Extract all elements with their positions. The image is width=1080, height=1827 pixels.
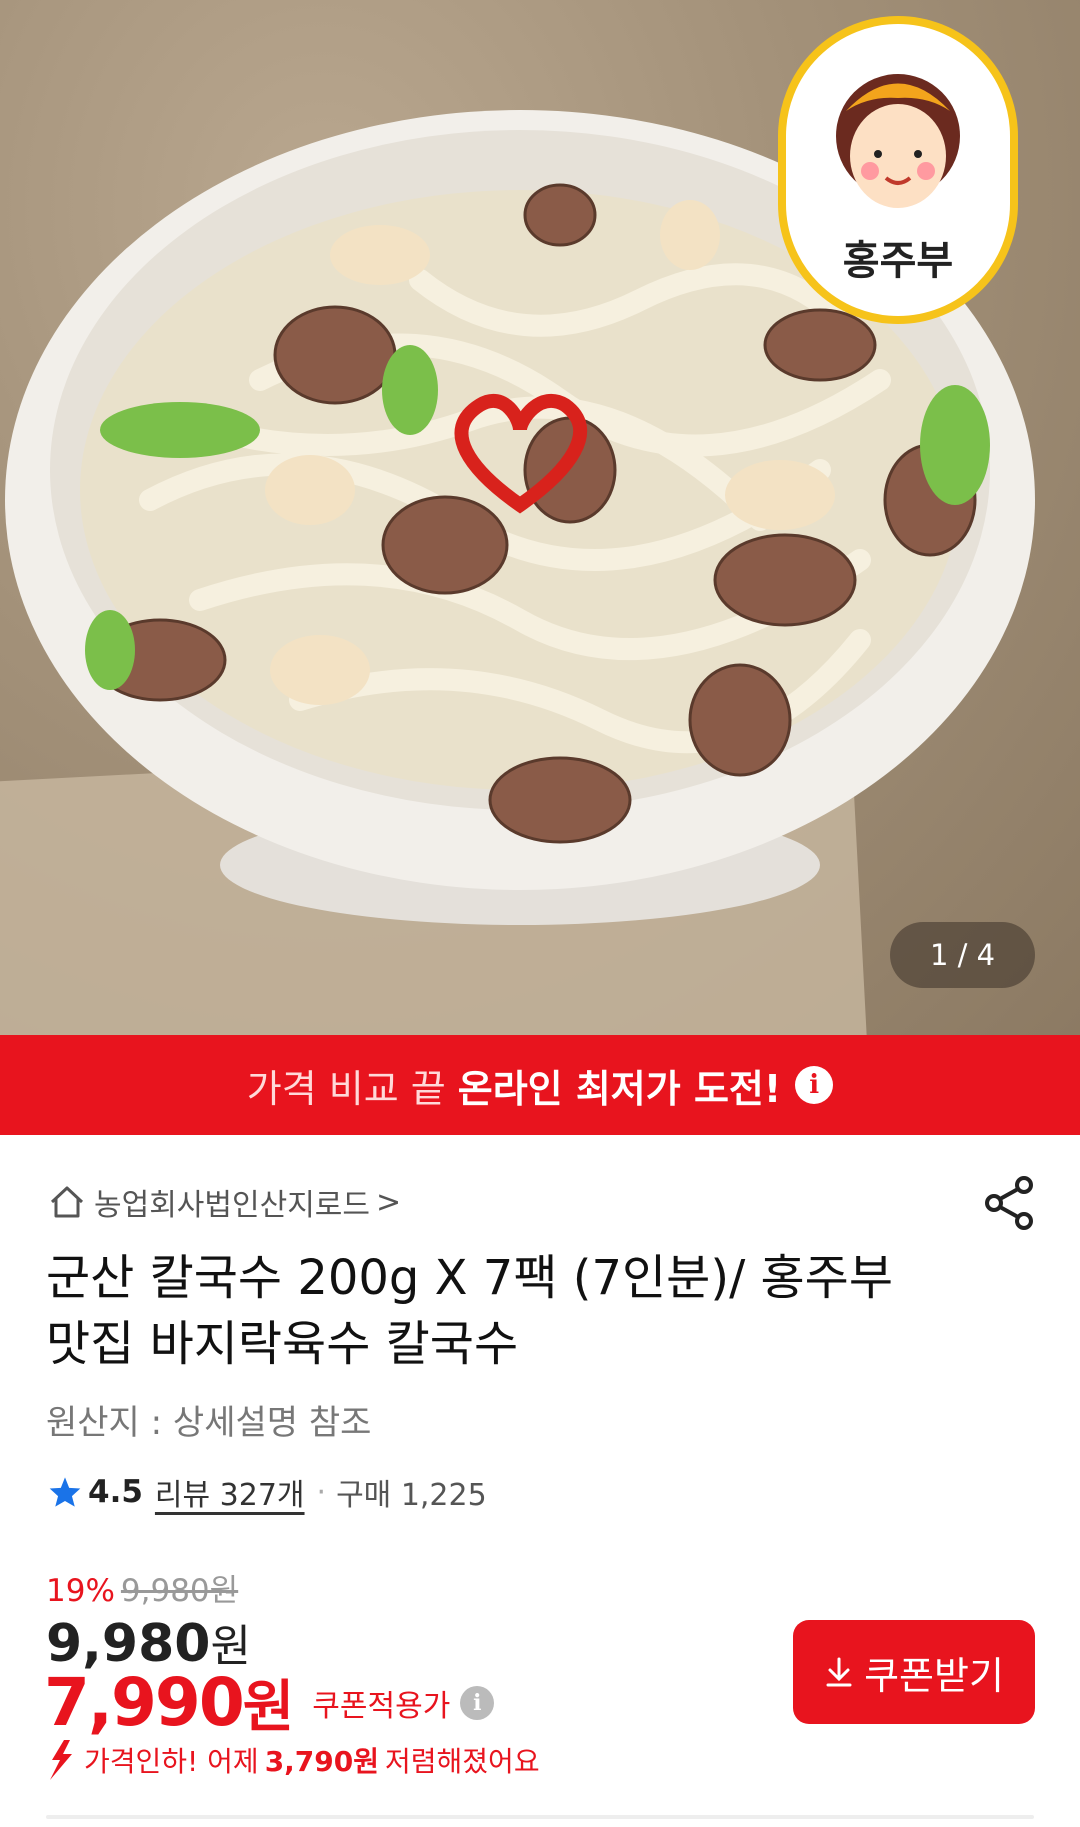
separator-dot: · bbox=[316, 1474, 327, 1510]
sale-price-row: 7,990 원 쿠폰적용가 i bbox=[44, 1662, 495, 1743]
original-price: 9,980원 bbox=[120, 1573, 239, 1609]
product-origin: 원산지 : 상세설명 참조 bbox=[46, 1403, 372, 1443]
get-coupon-button[interactable]: 쿠폰받기 bbox=[793, 1620, 1035, 1724]
coupon-button-label: 쿠폰받기 bbox=[864, 1653, 1004, 1698]
sale-price-amount: 7,990 bbox=[44, 1664, 245, 1741]
promo-prefix: 가격 비교 끝 bbox=[246, 1066, 446, 1111]
discount-row: 19% 9,980원 bbox=[46, 1565, 238, 1610]
reviews-link[interactable]: 리뷰 327개 bbox=[155, 1470, 305, 1514]
price-drop-notice: 가격인하! 어제 3,790원 저렴해졌어요 bbox=[44, 1738, 540, 1782]
price-drop-suffix: 저렴해졌어요 bbox=[385, 1745, 540, 1778]
coupon-price-label: 쿠폰적용가 bbox=[312, 1688, 451, 1724]
product-image-gallery[interactable]: 홍주부 1 / 4 bbox=[0, 0, 1080, 1035]
sale-price-unit: 원 bbox=[242, 1675, 295, 1740]
info-icon[interactable]: i bbox=[795, 1066, 834, 1104]
purchase-count: 구매 1,225 bbox=[336, 1478, 487, 1513]
price-drop-prefix: 가격인하! 어제 bbox=[84, 1745, 259, 1778]
store-link[interactable]: 농업회사법인산지로드 > bbox=[48, 1180, 401, 1224]
info-icon[interactable]: i bbox=[460, 1685, 495, 1720]
rating-score: 4.5 bbox=[88, 1474, 143, 1510]
product-title: 군산 칼국수 200g X 7팩 (7인분)/ 홍주부 맛집 바지락육수 칼국수 bbox=[46, 1250, 893, 1372]
chevron-right-icon: > bbox=[376, 1184, 402, 1220]
promo-highlight: 온라인 최저가 도전! bbox=[457, 1066, 782, 1111]
price-drop-amount: 3,790원 bbox=[264, 1745, 380, 1778]
download-icon bbox=[826, 1657, 852, 1687]
discount-percent: 19% bbox=[46, 1573, 115, 1609]
share-icon[interactable] bbox=[984, 1175, 1036, 1231]
brand-logo-text: 홍주부 bbox=[843, 238, 953, 284]
store-name: 농업회사법인산지로드 bbox=[94, 1188, 370, 1223]
brand-logo: 홍주부 bbox=[778, 16, 1018, 324]
image-counter: 1 / 4 bbox=[890, 922, 1035, 988]
promo-banner[interactable]: 가격 비교 끝 온라인 최저가 도전! i bbox=[0, 1035, 1080, 1135]
price-drop-arrow-icon bbox=[50, 1740, 72, 1780]
divider bbox=[46, 1815, 1034, 1819]
rating-row: 4.5 리뷰 327개 · 구매 1,225 bbox=[48, 1470, 487, 1514]
star-icon bbox=[49, 1477, 81, 1507]
home-icon bbox=[50, 1186, 84, 1218]
